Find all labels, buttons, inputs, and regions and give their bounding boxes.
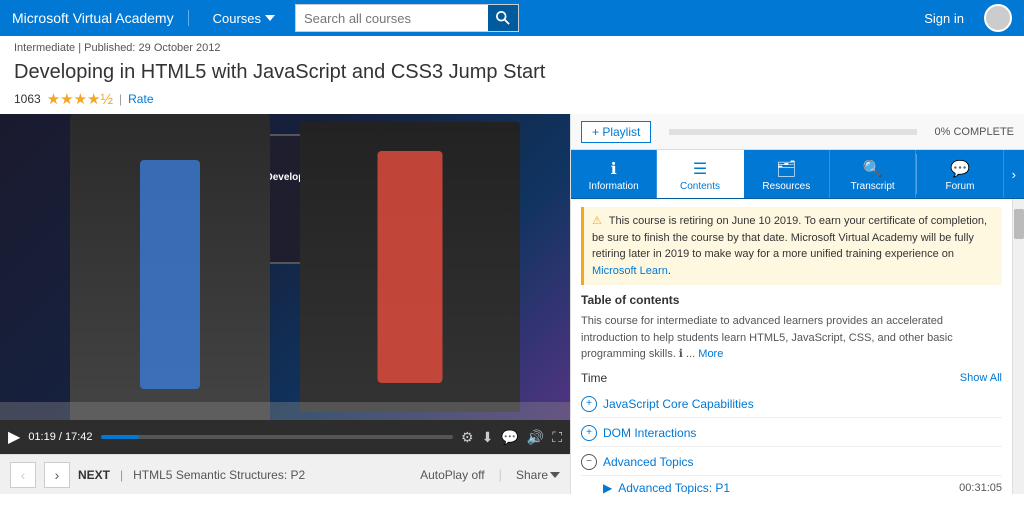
chevron-down-icon (550, 470, 560, 480)
toc-item-label-p1[interactable]: Advanced Topics: P1 (618, 481, 953, 495)
courses-menu[interactable]: Courses (205, 11, 283, 26)
prev-button[interactable]: ‹ (10, 462, 36, 488)
table-surface (0, 402, 570, 420)
rating-row: 1063 ★★★★½ | Rate (0, 88, 1024, 114)
toc-header-row: Time Show All (581, 371, 1002, 385)
tab-information-label: Information (589, 181, 639, 192)
share-button[interactable]: Share (516, 468, 560, 482)
rate-link[interactable]: Rate (128, 92, 153, 106)
search-wrapper (295, 4, 519, 32)
information-icon: ℹ (611, 159, 617, 179)
autoplay-button[interactable]: AutoPlay off (420, 468, 485, 482)
toc-item-p1: ▶ Advanced Topics: P1 00:31:05 (581, 476, 1002, 495)
video-icon-p1: ▶ (603, 481, 612, 495)
toc-section-javascript: + JavaScript Core Capabilities (581, 391, 1002, 418)
presenter-right (300, 122, 520, 413)
tab-information[interactable]: ℹ Information (571, 150, 657, 198)
toc-heading: Table of contents (581, 293, 1002, 307)
breadcrumb: Intermediate | Published: 29 October 201… (0, 36, 1024, 60)
video-controls: ▶ 01:19 / 17:42 ⚙ ⬇ 💬 🔊 ⛶ (0, 420, 570, 454)
progress-fill (101, 435, 140, 439)
logo-text-light: Virtual Academy (73, 10, 174, 26)
expand-icon-dom: + (581, 425, 597, 441)
tab-forum-label: Forum (946, 181, 975, 192)
toc-time-label: Time (581, 371, 607, 385)
settings-icon[interactable]: ⚙ (461, 429, 474, 446)
download-icon[interactable]: ⬇ (482, 429, 494, 446)
tabs-more-button[interactable]: › (1004, 150, 1024, 198)
toc-section-advanced: − Advanced Topics ▶ Advanced Topics: P1 … (581, 449, 1002, 495)
playlist-button[interactable]: + Playlist (581, 121, 651, 143)
content-tabs: ℹ Information ☰ Contents 🗂 Resources 🔍 T… (571, 150, 1024, 199)
retirement-warning: ⚠ This course is retiring on June 10 201… (581, 207, 1002, 285)
contents-icon: ☰ (693, 159, 707, 179)
toc-more-link[interactable]: More (698, 348, 723, 360)
sign-in-link[interactable]: Sign in (924, 11, 964, 26)
next-title: HTML5 Semantic Structures: P2 (133, 468, 305, 482)
header: Microsoft Virtual Academy Courses Sign i… (0, 0, 1024, 36)
volume-icon[interactable]: 🔊 (527, 429, 544, 446)
warning-icon: ⚠ (592, 215, 602, 227)
expand-icon-javascript: + (581, 396, 597, 412)
tab-transcript-label: Transcript (851, 181, 895, 192)
video-background: Developing Windows 8 Apps with HTML5 Jum… (0, 114, 570, 420)
scrollbar-thumb[interactable] (1014, 209, 1024, 239)
section-header-dom[interactable]: + DOM Interactions (581, 420, 1002, 447)
search-icon (496, 11, 510, 25)
toc-item-time-p1: 00:31:05 (959, 482, 1002, 494)
collapse-icon-advanced: − (581, 454, 597, 470)
fullscreen-icon[interactable]: ⛶ (552, 429, 562, 446)
panel-scroll-area: ⚠ This course is retiring on June 10 201… (571, 199, 1024, 494)
avatar[interactable] (984, 4, 1012, 32)
panel-scrollbar[interactable] (1012, 199, 1024, 494)
courses-label: Courses (213, 11, 261, 26)
search-input[interactable] (296, 5, 488, 31)
logo: Microsoft Virtual Academy (12, 10, 189, 26)
section-label-javascript: JavaScript Core Capabilities (603, 397, 754, 411)
transcript-icon: 🔍 (863, 159, 883, 179)
tab-transcript[interactable]: 🔍 Transcript (830, 150, 916, 198)
course-nav-bar: ‹ › NEXT | HTML5 Semantic Structures: P2… (0, 454, 570, 494)
tab-forum[interactable]: 💬 Forum (917, 150, 1003, 198)
logo-text: Microsoft (12, 10, 73, 26)
complete-progress-bar (669, 129, 916, 135)
video-container: Developing Windows 8 Apps with HTML5 Jum… (0, 114, 570, 494)
tab-resources[interactable]: 🗂 Resources (744, 150, 830, 198)
play-button[interactable]: ▶ (8, 427, 20, 447)
tab-contents[interactable]: ☰ Contents (657, 150, 743, 198)
warning-text: This course is retiring on June 10 2019.… (592, 215, 987, 260)
search-button[interactable] (488, 5, 518, 31)
main-content: Developing Windows 8 Apps with HTML5 Jum… (0, 114, 1024, 494)
video-area[interactable]: Developing Windows 8 Apps with HTML5 Jum… (0, 114, 570, 420)
toc-description: This course for intermediate to advanced… (581, 313, 1002, 363)
resources-icon: 🗂 (776, 159, 796, 179)
next-label: NEXT (78, 468, 110, 482)
show-all-link[interactable]: Show All (960, 372, 1002, 384)
next-button[interactable]: › (44, 462, 70, 488)
playlist-bar: + Playlist 0% COMPLETE (571, 114, 1024, 150)
video-control-icons: ⚙ ⬇ 💬 🔊 ⛶ (461, 429, 562, 446)
course-title: Developing in HTML5 with JavaScript and … (14, 60, 545, 84)
section-header-javascript[interactable]: + JavaScript Core Capabilities (581, 391, 1002, 418)
tab-contents-label: Contents (680, 181, 720, 192)
section-header-advanced[interactable]: − Advanced Topics (581, 449, 1002, 476)
right-panel: + Playlist 0% COMPLETE ℹ Information ☰ C… (570, 114, 1024, 494)
section-label-dom: DOM Interactions (603, 426, 696, 440)
progress-bar[interactable] (101, 435, 453, 439)
time-display: 01:19 / 17:42 (28, 431, 92, 443)
caption-icon[interactable]: 💬 (501, 429, 518, 446)
panel-content[interactable]: ⚠ This course is retiring on June 10 201… (571, 199, 1012, 494)
star-rating: ★★★★½ (47, 90, 113, 108)
forum-icon: 💬 (950, 159, 970, 179)
ms-learn-link[interactable]: Microsoft Learn (592, 265, 668, 277)
presenter-left (70, 114, 270, 420)
rating-count: 1063 (14, 92, 41, 106)
chevron-down-icon (265, 13, 275, 23)
toc-section-dom: + DOM Interactions (581, 420, 1002, 447)
complete-percentage: 0% COMPLETE (935, 126, 1014, 138)
tab-resources-label: Resources (762, 181, 810, 192)
section-label-advanced: Advanced Topics (603, 455, 694, 469)
